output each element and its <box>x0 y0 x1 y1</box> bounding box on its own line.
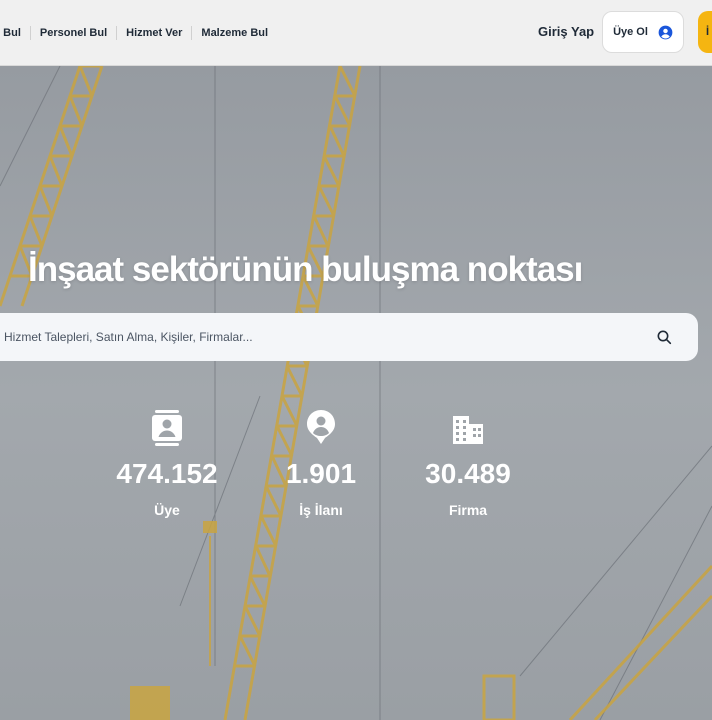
stat-members: 474.152 Üye <box>102 410 232 518</box>
hero-background-image <box>0 66 712 720</box>
user-circle-icon <box>658 25 673 39</box>
search-input[interactable] <box>0 312 644 362</box>
main-nav: ş Bul Personel Bul Hizmet Ver Malzeme Bu… <box>0 0 277 66</box>
signup-button[interactable]: Üye Ol <box>602 11 684 53</box>
search-bar <box>0 312 698 362</box>
search-button[interactable] <box>644 317 684 357</box>
hero-section: İnşaat sektörünün buluşma noktası 474.15… <box>0 66 712 720</box>
stat-members-value: 474.152 <box>116 458 218 489</box>
location-person-icon <box>307 410 335 444</box>
nav-item-hizmet-ver[interactable]: Hizmet Ver <box>116 26 191 40</box>
stat-companies-value: 30.489 <box>425 458 511 489</box>
stat-companies-label: Firma <box>448 502 488 518</box>
top-header: ş Bul Personel Bul Hizmet Ver Malzeme Bu… <box>0 0 712 66</box>
stat-members-label: Üye <box>154 502 180 518</box>
nav-item-personel-bul[interactable]: Personel Bul <box>29 26 116 40</box>
building-icon <box>453 416 483 444</box>
signup-button-label: Üye Ol <box>613 26 648 38</box>
member-card-icon <box>152 410 182 446</box>
nav-item-is-bul[interactable]: ş Bul <box>0 26 30 40</box>
stat-job-listings: 1.901 İş İlanı <box>256 410 386 518</box>
nav-item-malzeme-bul[interactable]: Malzeme Bul <box>191 26 277 40</box>
hero-headline: İnşaat sektörünün buluşma noktası <box>28 250 583 289</box>
stat-job-listings-value: 1.901 <box>285 458 357 489</box>
post-listing-button[interactable]: İ <box>698 11 712 53</box>
stat-job-listings-label: İş İlanı <box>299 502 343 518</box>
login-link[interactable]: Giriş Yap <box>538 24 594 39</box>
post-listing-button-label: İ <box>706 26 710 38</box>
stat-companies: 30.489 Firma <box>403 410 533 518</box>
search-icon <box>657 330 672 345</box>
